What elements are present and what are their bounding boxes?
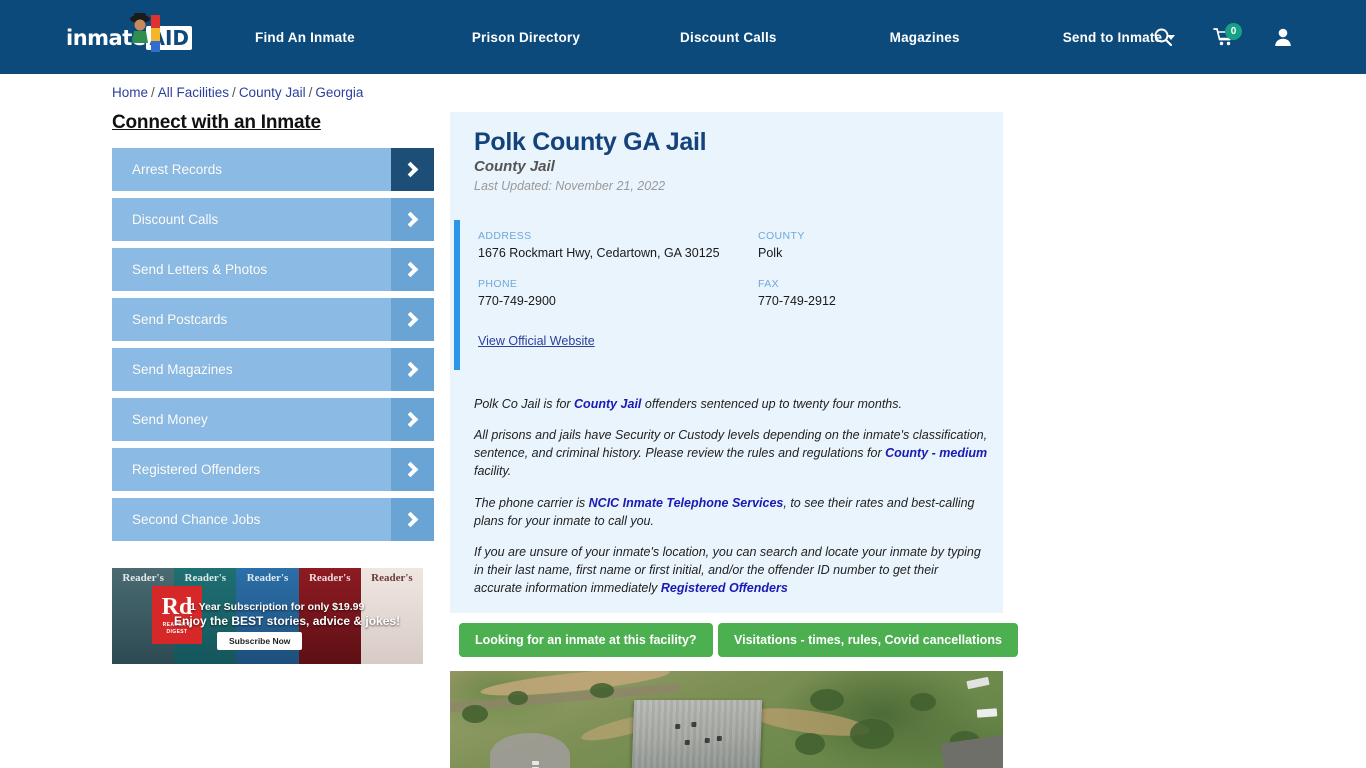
- sidebar-item-arrest-records[interactable]: Arrest Records: [112, 148, 434, 191]
- site-logo[interactable]: inmate AID: [66, 13, 198, 60]
- chevron-right-icon: [391, 398, 434, 441]
- main-nav: Find An Inmate Prison Directory Discount…: [255, 0, 1176, 74]
- breadcrumb-separator: /: [308, 85, 313, 100]
- info-label: FAX: [758, 277, 780, 290]
- nav-item-find-an-inmate[interactable]: Find An Inmate: [255, 30, 355, 45]
- chevron-right-icon: [391, 348, 434, 391]
- facility-aerial-image: [450, 671, 1003, 768]
- nav-item-magazines[interactable]: Magazines: [890, 30, 960, 45]
- page-title: Polk County GA Jail: [474, 128, 707, 156]
- sidebar-item-send-letters-photos[interactable]: Send Letters & Photos: [112, 248, 434, 291]
- search-icon[interactable]: [1152, 25, 1174, 49]
- find-inmate-button[interactable]: Looking for an inmate at this facility?: [459, 623, 713, 657]
- facility-info-card: Polk County GA Jail County Jail Last Upd…: [450, 112, 1003, 613]
- sidebar-item-label: Registered Offenders: [132, 462, 261, 477]
- breadcrumb-separator: /: [232, 85, 236, 100]
- info-field-county: COUNTY Polk: [758, 230, 978, 262]
- facility-contact-grid: ADDRESS 1676 Rockmart Hwy, Cedartown, GA…: [478, 230, 978, 326]
- desc-link-county-jail[interactable]: County Jail: [574, 397, 641, 411]
- chevron-right-icon: [391, 298, 434, 341]
- breadcrumb-separator: /: [151, 85, 155, 100]
- ad-brand: Reader's: [184, 572, 227, 584]
- breadcrumb-item-county-jail[interactable]: County Jail: [239, 85, 306, 100]
- desc-link-ncic[interactable]: NCIC Inmate Telephone Services: [589, 496, 784, 510]
- sidebar-item-send-postcards[interactable]: Send Postcards: [112, 298, 434, 341]
- description-paragraph-3: The phone carrier is NCIC Inmate Telepho…: [474, 494, 988, 530]
- sidebar-title: Connect with an Inmate: [112, 112, 321, 133]
- chevron-right-icon: [391, 198, 434, 241]
- sidebar-item-label: Send Postcards: [132, 312, 228, 327]
- accent-bar: [454, 220, 460, 370]
- sidebar-item-second-chance-jobs[interactable]: Second Chance Jobs: [112, 498, 434, 541]
- sidebar-item-label: Discount Calls: [132, 212, 219, 227]
- sidebar: Connect with an Inmate Arrest Records Di…: [112, 112, 434, 548]
- user-icon[interactable]: [1272, 25, 1294, 49]
- sidebar-item-label: Send Money: [132, 412, 208, 427]
- logo-character-icon: [130, 13, 160, 52]
- desc-link-registered-offenders[interactable]: Registered Offenders: [661, 581, 788, 595]
- info-value: Polk: [758, 246, 783, 260]
- desc-text: Polk Co Jail is for: [474, 397, 575, 411]
- ad-subscribe-button[interactable]: Subscribe Now: [217, 632, 303, 650]
- view-official-website-link[interactable]: View Official Website: [478, 334, 595, 348]
- info-field-phone: PHONE 770-749-2900: [478, 278, 758, 310]
- sidebar-item-registered-offenders[interactable]: Registered Offenders: [112, 448, 434, 491]
- facility-type: County Jail: [474, 158, 555, 175]
- nav-item-discount-calls[interactable]: Discount Calls: [680, 30, 777, 45]
- desc-link-county-medium[interactable]: County - medium: [885, 446, 987, 460]
- sidebar-item-discount-calls[interactable]: Discount Calls: [112, 198, 434, 241]
- sidebar-item-send-magazines[interactable]: Send Magazines: [112, 348, 434, 391]
- ad-subheadline: Enjoy the BEST stories, advice & jokes!: [174, 614, 401, 628]
- breadcrumb-item-home[interactable]: Home: [112, 85, 148, 100]
- info-label: ADDRESS: [478, 230, 532, 242]
- cart-count-badge: 0: [1225, 23, 1242, 40]
- sidebar-item-label: Send Letters & Photos: [132, 262, 268, 277]
- chevron-right-icon: [391, 448, 434, 491]
- info-label: PHONE: [478, 277, 518, 290]
- breadcrumb: Home / All Facilities / County Jail / Georgia: [112, 85, 363, 100]
- desc-text: facility.: [474, 464, 512, 479]
- header-icon-group: 0: [1152, 0, 1294, 74]
- facility-description: Polk Co Jail is for County Jail offender…: [474, 395, 988, 610]
- info-value: 770-749-2900: [478, 293, 556, 308]
- sidebar-item-send-money[interactable]: Send Money: [112, 398, 434, 441]
- info-value: 1676 Rockmart Hwy, Cedartown, GA 30125: [478, 246, 720, 260]
- advertisement-banner[interactable]: Reader's Reader's Reader's Reader's Read…: [112, 568, 423, 664]
- chevron-right-icon: [391, 248, 434, 291]
- description-paragraph-4: If you are unsure of your inmate's locat…: [474, 543, 988, 597]
- chevron-right-icon: [391, 148, 434, 191]
- visitations-button[interactable]: Visitations - times, rules, Covid cancel…: [718, 623, 1018, 657]
- ad-brand: Reader's: [246, 572, 289, 584]
- description-paragraph-2: All prisons and jails have Security or C…: [474, 426, 988, 480]
- info-field-address: ADDRESS 1676 Rockmart Hwy, Cedartown, GA…: [478, 230, 758, 262]
- breadcrumb-item-georgia[interactable]: Georgia: [315, 85, 363, 100]
- nav-item-prison-directory[interactable]: Prison Directory: [472, 30, 580, 45]
- desc-text: offenders sentenced up to twenty four mo…: [641, 397, 902, 411]
- desc-text: The phone carrier is: [474, 495, 589, 510]
- last-updated-text: Last Updated: November 21, 2022: [474, 179, 666, 193]
- ad-brand: Reader's: [122, 572, 164, 584]
- cart-icon[interactable]: 0: [1212, 23, 1242, 49]
- info-label: COUNTY: [758, 230, 805, 242]
- ad-brand: Reader's: [308, 572, 351, 584]
- ad-headline: 1 Year Subscription for only $19.99: [190, 601, 365, 613]
- ad-brand: Reader's: [371, 572, 413, 584]
- sidebar-item-label: Second Chance Jobs: [132, 512, 261, 527]
- info-field-fax: FAX 770-749-2912: [758, 278, 978, 310]
- nav-item-send-to-inmate-label: Send to Inmate: [1062, 29, 1163, 45]
- sidebar-item-label: Send Magazines: [132, 362, 233, 377]
- chevron-right-icon: [391, 498, 434, 541]
- breadcrumb-item-all-facilities[interactable]: All Facilities: [158, 85, 229, 100]
- description-paragraph-1: Polk Co Jail is for County Jail offender…: [474, 395, 988, 413]
- sidebar-item-label: Arrest Records: [132, 162, 223, 177]
- site-header: inmate AID Find An Inmate Prison Director…: [0, 0, 1366, 74]
- info-value: 770-749-2912: [758, 293, 836, 308]
